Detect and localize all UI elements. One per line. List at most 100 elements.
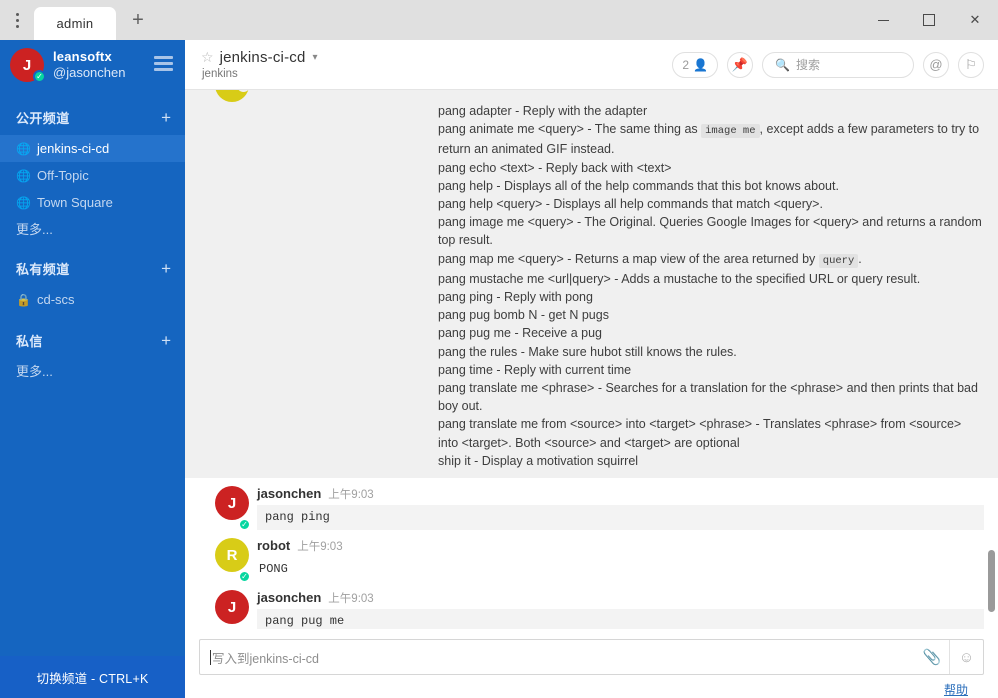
message-post: J ✓ jasonchen 上午9:03 pang pug me (已编辑) p…	[185, 582, 998, 629]
sidebar-item-label: Off-Topic	[37, 168, 89, 183]
help-line: pang adapter - Reply with the adapter	[438, 104, 648, 118]
lock-icon: 🔒	[16, 292, 31, 307]
message-input[interactable]: 写入到jenkins-ci-cd 📎 ☺	[199, 639, 984, 675]
window-titlebar: admin + ✕	[0, 0, 998, 40]
app-body: J ✓ leansoftx @jasonchen 公开频道 + 🌐 jenkin…	[0, 40, 998, 698]
sidebar-item-jenkins-ci-cd[interactable]: 🌐 jenkins-ci-cd	[0, 135, 185, 162]
message-input-placeholder: 写入到jenkins-ci-cd	[212, 651, 319, 666]
inline-code: query	[818, 253, 859, 268]
message-body: jasonchen 上午9:03 pang pug me (已编辑) pang …	[249, 590, 984, 629]
composer-icons: 📎 ☺	[915, 640, 983, 674]
message-meta: jasonchen 上午9:03	[257, 590, 984, 609]
search-icon: 🔍	[775, 57, 790, 72]
sidebar-item-town-square[interactable]: 🌐 Town Square	[0, 189, 185, 216]
browser-tab-label: admin	[56, 16, 94, 31]
sidebar-item-label: jenkins-ci-cd	[37, 141, 110, 156]
message-composer: 写入到jenkins-ci-cd 📎 ☺ 帮助	[185, 629, 998, 698]
more-vertical-icon[interactable]	[0, 0, 34, 40]
add-public-channel-button[interactable]: +	[161, 109, 171, 126]
message-meta: jasonchen 上午9:03	[257, 486, 984, 505]
help-line: pang pug me - Receive a pug	[438, 326, 602, 341]
help-line: pang translate me <phrase> - Searches fo…	[438, 381, 978, 414]
message-code-block: pang ping	[257, 505, 984, 531]
sidebar-section-title: 私信	[16, 333, 43, 349]
page-title: jenkins-ci-cd	[219, 49, 306, 66]
sidebar-public-more-link[interactable]: 更多...	[0, 216, 185, 241]
message-post: J ✓ jasonchen 上午9:03 pang ping	[185, 478, 998, 532]
online-status-icon: ✓	[33, 70, 46, 83]
globe-icon: 🌐	[16, 195, 31, 210]
sidebar-section-public: 公开频道 +	[0, 104, 185, 130]
close-icon[interactable]: ✕	[952, 0, 998, 40]
sidebar-item-off-topic[interactable]: 🌐 Off-Topic	[0, 162, 185, 189]
globe-icon: 🌐	[16, 168, 31, 183]
message-list-scrollbar[interactable]	[988, 550, 995, 612]
inline-code: image me	[701, 124, 760, 139]
avatar[interactable]: J ✓	[10, 48, 46, 83]
sidebar-identity: leansoftx @jasonchen	[53, 49, 125, 81]
help-line: ship it - Display a motivation squirrel	[438, 453, 639, 468]
message-author[interactable]: jasonchen	[257, 590, 321, 605]
flag-icon[interactable]: ⚐	[958, 51, 984, 78]
help-line: pang the rules - Make sure hubot still k…	[438, 344, 737, 359]
message-list[interactable]: R ✓ pang adapter - Reply with the adapte…	[185, 90, 998, 629]
help-link[interactable]: 帮助	[944, 681, 968, 698]
browser-tab-admin[interactable]: admin	[34, 7, 116, 40]
hamburger-menu-icon[interactable]	[154, 56, 173, 71]
paperclip-icon[interactable]: 📎	[915, 640, 949, 674]
sidebar-section-direct-messages: 私信 +	[0, 327, 185, 353]
team-name: leansoftx	[53, 49, 112, 65]
help-line: pang help - Displays all of the help com…	[438, 178, 839, 193]
help-line: pang echo <text> - Reply back with <text…	[438, 160, 672, 175]
help-line: pang map me <query> - Returns a map view…	[185, 250, 998, 270]
help-line: pang animate me <query> - The same thing…	[185, 120, 998, 158]
bot-help-message: R ✓ pang adapter - Reply with the adapte…	[185, 90, 998, 479]
message-body: jasonchen 上午9:03 pang ping	[249, 486, 984, 531]
minimize-icon[interactable]	[860, 0, 906, 40]
member-count-button[interactable]: 2 👤	[672, 51, 718, 78]
composer-help-row: 帮助	[199, 675, 984, 698]
avatar[interactable]: J ✓	[215, 486, 251, 532]
avatar[interactable]: J ✓	[215, 590, 249, 629]
chevron-down-icon[interactable]: ▾	[313, 52, 318, 63]
new-tab-button[interactable]: +	[116, 0, 160, 40]
globe-icon: 🌐	[16, 141, 31, 156]
channel-title-row[interactable]: ☆ jenkins-ci-cd ▾	[201, 49, 318, 66]
pin-icon[interactable]: 📌	[727, 51, 753, 78]
avatar[interactable]: R ✓	[215, 538, 251, 584]
sidebar-channel-list: 公开频道 + 🌐 jenkins-ci-cd 🌐 Off-Topic 🌐 Tow…	[0, 90, 185, 656]
help-line-post: .	[858, 251, 862, 266]
message-timestamp: 上午9:03	[328, 593, 374, 606]
sidebar-dm-more-link[interactable]: 更多...	[0, 358, 185, 383]
message-author[interactable]: robot	[257, 538, 290, 553]
star-outline-icon[interactable]: ☆	[201, 49, 214, 66]
channel-toolbar: 2 👤 📌 🔍 搜索 @ ⚐	[672, 51, 984, 78]
help-line: pang pug bomb N - get N pugs	[438, 308, 609, 323]
message-timestamp: 上午9:03	[328, 489, 374, 502]
avatar-initial: J	[215, 590, 249, 625]
sidebar-section-title: 公开频道	[16, 110, 70, 126]
message-author[interactable]: jasonchen	[257, 486, 321, 501]
search-placeholder: 搜索	[795, 58, 820, 72]
add-direct-message-button[interactable]: +	[161, 332, 171, 349]
sidebar-item-cd-scs[interactable]: 🔒 cd-scs	[0, 286, 185, 313]
channel-title-block: ☆ jenkins-ci-cd ▾ jenkins	[201, 49, 318, 80]
emoji-icon[interactable]: ☺	[949, 640, 983, 674]
maximize-icon[interactable]	[906, 0, 952, 40]
person-icon: 👤	[693, 57, 708, 72]
sidebar-section-title: 私有频道	[16, 261, 70, 277]
sidebar-header: J ✓ leansoftx @jasonchen	[0, 40, 185, 90]
channel-header: ☆ jenkins-ci-cd ▾ jenkins 2 👤 📌 🔍 搜索 @ ⚐	[185, 40, 998, 90]
avatar-initial: J	[215, 486, 249, 521]
add-private-channel-button[interactable]: +	[161, 260, 171, 277]
message-code-line: pang pug me	[265, 614, 345, 629]
search-input[interactable]: 🔍 搜索	[762, 51, 914, 78]
window-controls: ✕	[860, 0, 998, 40]
message-code-block: pang pug me (已编辑) pang pug me	[257, 609, 984, 629]
channel-switcher-shortcut[interactable]: 切换频道 - CTRL+K	[0, 656, 185, 698]
main-column: ☆ jenkins-ci-cd ▾ jenkins 2 👤 📌 🔍 搜索 @ ⚐	[185, 40, 998, 698]
message-meta: robot 上午9:03	[257, 538, 984, 557]
at-icon[interactable]: @	[923, 51, 949, 78]
